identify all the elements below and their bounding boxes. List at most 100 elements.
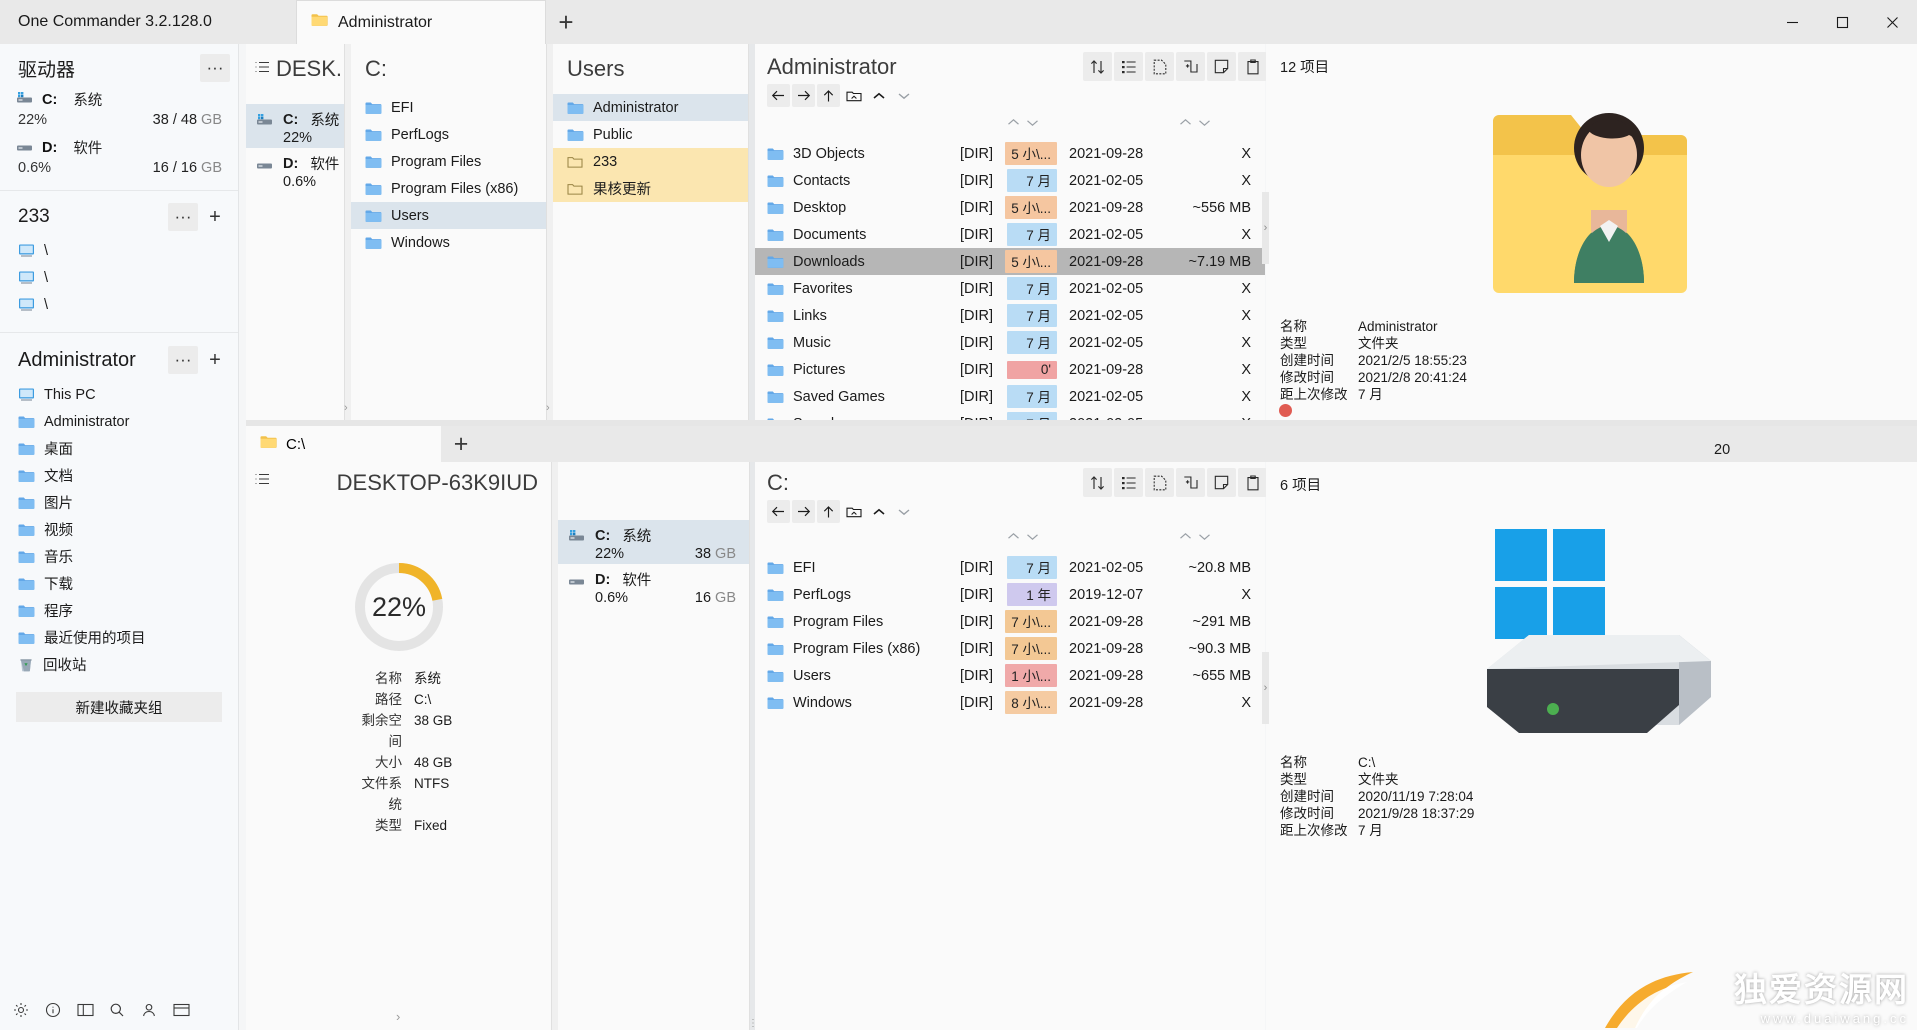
expand-down-icon[interactable] — [892, 500, 915, 523]
column-splitter-2[interactable]: › — [546, 44, 553, 420]
note-icon[interactable] — [1207, 468, 1236, 497]
table-row[interactable]: Program Files [DIR] 7 小\... 2021-09-28 ~291 … — [755, 608, 1265, 635]
net-more-button[interactable]: ··· — [168, 203, 198, 231]
new-folder-icon[interactable] — [842, 84, 865, 107]
back-icon[interactable] — [767, 500, 790, 523]
list-icon[interactable] — [254, 60, 270, 79]
sort-date-column[interactable] — [1179, 118, 1211, 127]
table-row[interactable]: Desktop [DIR] 5 小\... 2021-09-28 ~556 MB — [755, 194, 1265, 221]
user-icon[interactable] — [134, 995, 164, 1025]
table-row[interactable]: Saved Games [DIR] 7 月 2021-02-05 X — [755, 383, 1265, 410]
bottom-drive-d[interactable]: D: 软件 0.6% 16 GB — [558, 564, 750, 608]
table-row[interactable]: EFI [DIR] 7 月 2021-02-05 ~20.8 MB — [755, 554, 1265, 581]
table-row[interactable]: Contacts [DIR] 7 月 2021-02-05 X — [755, 167, 1265, 194]
table-row[interactable]: Program Files (x86) [DIR] 7 小\... 2021-09-2… — [755, 635, 1265, 662]
sidebar-item--[interactable]: 图片 — [0, 489, 238, 516]
minimize-icon[interactable] — [1767, 0, 1817, 44]
desktop-drive-c[interactable]: C: 系统 22% — [246, 104, 345, 148]
new-folder-plus-icon[interactable] — [1176, 468, 1205, 497]
sort-date-column[interactable] — [1179, 532, 1211, 541]
sidebar-item--[interactable]: 最近使用的项目 — [0, 624, 238, 651]
new-file-icon[interactable] — [1145, 52, 1174, 81]
sidebar-drive-d[interactable]: D: 软件 0.6% 16 / 16 GB — [0, 134, 238, 182]
sidebar-item-network-2[interactable]: \ — [0, 264, 238, 291]
sidebar-drive-c[interactable]: C: 系统 22% 38 / 48 GB — [0, 86, 238, 134]
sidebar-item-network-3[interactable]: \ — [0, 291, 238, 318]
sidebar-item--[interactable]: 文档 — [0, 462, 238, 489]
sort-dir-column[interactable] — [1007, 118, 1039, 127]
collapse-up-icon[interactable] — [867, 84, 890, 107]
expand-down-icon[interactable] — [892, 84, 915, 107]
table-row[interactable]: Pictures [DIR] 0' 2021-09-28 X — [755, 356, 1265, 383]
sort-dir-column[interactable] — [1007, 532, 1039, 541]
column-splitter-3[interactable] — [748, 44, 755, 420]
table-row[interactable]: Users [DIR] 1 小\... 2021-09-28 ~655 MB — [755, 662, 1265, 689]
new-folder-icon[interactable] — [842, 500, 865, 523]
column-users-item--[interactable]: 果核更新 — [553, 175, 749, 202]
column-c-item-efi[interactable]: EFI — [351, 94, 547, 121]
column-splitter-1[interactable]: › — [344, 44, 351, 420]
details-top-collapse-handle[interactable]: › — [1262, 192, 1269, 264]
table-row[interactable]: Windows [DIR] 8 小\... 2021-09-28 X — [755, 689, 1265, 716]
fav-add-button[interactable]: + — [200, 346, 230, 374]
column-c-item-perflogs[interactable]: PerfLogs — [351, 121, 547, 148]
columns-icon[interactable] — [70, 995, 100, 1025]
clipboard-icon[interactable] — [1238, 52, 1267, 81]
new-tab-button[interactable]: + — [546, 0, 586, 44]
new-file-icon[interactable] — [1145, 468, 1174, 497]
sidebar-item--[interactable]: 下载 — [0, 570, 238, 597]
fav-more-button[interactable]: ··· — [168, 346, 198, 374]
table-row[interactable]: Links [DIR] 7 月 2021-02-05 X — [755, 302, 1265, 329]
table-row[interactable]: Music [DIR] 7 月 2021-02-05 X — [755, 329, 1265, 356]
details-bottom-collapse-handle[interactable]: › — [1262, 652, 1269, 724]
sidebar-item--[interactable]: 桌面 — [0, 435, 238, 462]
sort-icon[interactable] — [1083, 468, 1112, 497]
bottom-splitter-1[interactable] — [551, 462, 558, 1030]
table-row[interactable]: Documents [DIR] 7 月 2021-02-05 X — [755, 221, 1265, 248]
view-list-icon[interactable] — [1114, 52, 1143, 81]
gear-icon[interactable] — [6, 995, 36, 1025]
note-icon[interactable] — [1207, 52, 1236, 81]
maximize-icon[interactable] — [1817, 0, 1867, 44]
clipboard-icon[interactable] — [1238, 468, 1267, 497]
tab-administrator[interactable]: Administrator — [296, 0, 546, 44]
bottom-drive-c[interactable]: C: 系统 22% 38 GB — [558, 520, 750, 564]
sidebar-item-network-1[interactable]: \ — [0, 237, 238, 264]
view-list-icon[interactable] — [1114, 468, 1143, 497]
column-c-item-users[interactable]: Users — [351, 202, 547, 229]
new-folder-plus-icon[interactable] — [1176, 52, 1205, 81]
column-users-item-administrator[interactable]: Administrator — [553, 94, 749, 121]
forward-icon[interactable] — [792, 500, 815, 523]
table-row[interactable]: 3D Objects [DIR] 5 小\... 2021-09-28 X — [755, 140, 1265, 167]
sidebar-item--[interactable]: 视频 — [0, 516, 238, 543]
sidebar-item--[interactable]: 音乐 — [0, 543, 238, 570]
search-icon[interactable] — [102, 995, 132, 1025]
sort-icon[interactable] — [1083, 52, 1112, 81]
sidebar-item--[interactable]: 回收站 — [0, 651, 238, 678]
column-users-item-233[interactable]: 233 — [553, 148, 749, 175]
up-icon[interactable] — [817, 500, 840, 523]
bottom-pane-collapse-handle[interactable]: › — [396, 1009, 400, 1024]
desktop-drive-d[interactable]: D: 软件 0.6% — [246, 148, 345, 192]
table-row[interactable]: Downloads [DIR] 5 小\... 2021-09-28 ~7.19 MB — [755, 248, 1265, 275]
column-c-item-program-files[interactable]: Program Files — [351, 148, 547, 175]
back-icon[interactable] — [767, 84, 790, 107]
collapse-up-icon[interactable] — [867, 500, 890, 523]
list-icon[interactable] — [254, 473, 270, 490]
new-favorite-group-button[interactable]: 新建收藏夹组 — [16, 692, 222, 722]
bottom-new-tab-button[interactable]: + — [441, 426, 481, 462]
bottom-tab-c[interactable]: C:\ — [246, 426, 441, 462]
column-c-item-program-files-x86-[interactable]: Program Files (x86) — [351, 175, 547, 202]
close-icon[interactable] — [1867, 0, 1917, 44]
table-row[interactable]: PerfLogs [DIR] 1 年 2019-12-07 X — [755, 581, 1265, 608]
panel-icon[interactable] — [166, 995, 196, 1025]
table-row[interactable]: Favorites [DIR] 7 月 2021-02-05 X — [755, 275, 1265, 302]
sidebar-item-administrator[interactable]: Administrator — [0, 408, 238, 435]
up-icon[interactable] — [817, 84, 840, 107]
drives-more-button[interactable]: ··· — [200, 54, 230, 82]
info-icon[interactable] — [38, 995, 68, 1025]
net-add-button[interactable]: + — [200, 203, 230, 231]
column-c-item-windows[interactable]: Windows — [351, 229, 547, 256]
forward-icon[interactable] — [792, 84, 815, 107]
sidebar-item-this-pc[interactable]: This PC — [0, 381, 238, 408]
